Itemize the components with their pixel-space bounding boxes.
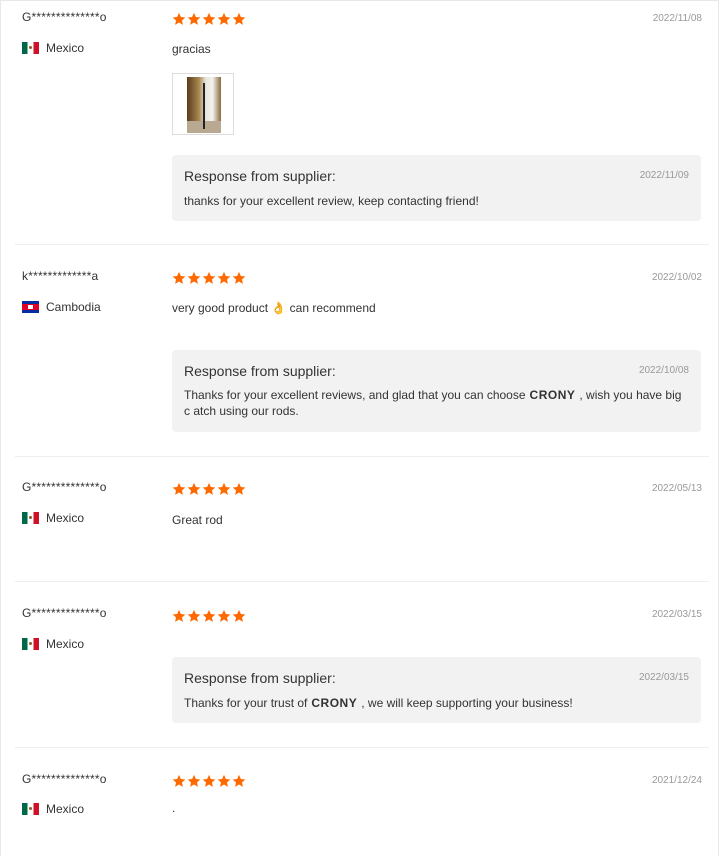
star-icon [217, 774, 231, 787]
mexico-flag-icon [22, 512, 39, 524]
star-icon [202, 12, 216, 25]
brand-name: CRONY [529, 388, 576, 402]
review-item: G**************o Mexico 2022/11/08 graci… [15, 1, 709, 244]
supplier-response: Response from supplier: 2022/11/09 thank… [172, 155, 701, 221]
response-text-start: Thanks for your excellent reviews, and g… [184, 388, 526, 402]
review-item: G**************o Mexico 2022/05/13 Great… [15, 471, 709, 581]
review-item: k*************a Cambodia 2022/10/02 very… [15, 260, 709, 456]
divider [15, 581, 709, 582]
review-text: gracias [172, 42, 211, 56]
reviewer-name: G**************o [22, 10, 107, 24]
response-text: Thanks for your trust of CRONY, we will k… [184, 695, 689, 711]
star-icon [172, 609, 186, 622]
star-icon [202, 482, 216, 495]
star-rating [172, 12, 247, 26]
response-title: Response from supplier: [184, 168, 336, 184]
divider [15, 747, 709, 748]
country-label: Mexico [46, 41, 85, 55]
star-icon [232, 12, 246, 25]
review-text: Great rod [172, 513, 223, 527]
response-title: Response from supplier: [184, 363, 336, 379]
review-date: 2022/03/15 [651, 609, 702, 620]
country-label: Mexico [46, 802, 85, 816]
response-date: 2022/10/08 [638, 365, 689, 376]
response-title: Response from supplier: [184, 670, 336, 686]
reviewer-country: Mexico [22, 511, 84, 525]
brand-name: CRONY [311, 696, 358, 710]
review-text: . [172, 801, 176, 815]
response-text-end: , we will keep supporting your business! [361, 696, 573, 710]
review-date: 2022/11/08 [652, 13, 702, 24]
reviewer-country: Mexico [22, 802, 84, 816]
star-icon [202, 774, 216, 787]
country-label: Mexico [46, 637, 85, 651]
response-text: Thanks for your excellent reviews, and g… [184, 387, 689, 419]
reviewer-country: Mexico [22, 41, 84, 55]
review-photo[interactable] [172, 73, 234, 135]
reviewer-country: Cambodia [22, 300, 101, 314]
star-icon [217, 271, 231, 284]
star-icon [232, 609, 246, 622]
fishing-rod-photo [187, 77, 221, 133]
reviewer-name: G**************o [22, 772, 107, 786]
star-icon [172, 271, 186, 284]
star-icon [217, 12, 231, 25]
star-icon [217, 482, 231, 495]
response-date: 2022/11/09 [639, 170, 689, 181]
star-icon [202, 609, 216, 622]
star-icon [217, 609, 231, 622]
mexico-flag-icon [22, 638, 39, 650]
star-icon [187, 482, 201, 495]
supplier-response: Response from supplier: 2022/03/15 Thank… [172, 657, 701, 723]
star-icon [187, 609, 201, 622]
reviewer-country: Mexico [22, 637, 84, 651]
star-rating [172, 609, 247, 623]
star-icon [187, 774, 201, 787]
star-icon [172, 12, 186, 25]
cambodia-flag-icon [22, 301, 39, 313]
star-icon [232, 271, 246, 284]
review-item: G**************o Mexico 2022/03/15 Respo… [15, 597, 709, 747]
mexico-flag-icon [22, 803, 39, 815]
review-date: 2021/12/24 [651, 775, 702, 786]
star-rating [172, 482, 247, 496]
star-icon [172, 774, 186, 787]
divider [15, 456, 709, 457]
review-date: 2022/05/13 [651, 483, 702, 494]
response-text-start: Thanks for your trust of [184, 696, 308, 710]
country-label: Mexico [46, 511, 85, 525]
star-icon [187, 271, 201, 284]
mexico-flag-icon [22, 42, 39, 54]
star-icon [232, 774, 246, 787]
supplier-response: Response from supplier: 2022/10/08 Thank… [172, 350, 701, 432]
divider [15, 244, 709, 245]
star-icon [172, 482, 186, 495]
photo-rod [203, 83, 205, 129]
reviewer-name: k*************a [22, 269, 99, 283]
reviewer-name: G**************o [22, 480, 107, 494]
star-icon [232, 482, 246, 495]
star-icon [187, 12, 201, 25]
country-label: Cambodia [46, 300, 101, 314]
reviewer-name: G**************o [22, 606, 107, 620]
star-rating [172, 774, 247, 788]
reviews-panel: G**************o Mexico 2022/11/08 graci… [0, 0, 719, 856]
star-icon [202, 271, 216, 284]
review-item: G**************o Mexico 2021/12/24 . [15, 763, 709, 857]
review-text: very good product 👌 can recommend [172, 301, 376, 315]
review-date: 2022/10/02 [651, 272, 702, 283]
star-rating [172, 271, 247, 285]
response-date: 2022/03/15 [638, 672, 689, 683]
response-text: thanks for your excellent review, keep c… [184, 194, 479, 208]
